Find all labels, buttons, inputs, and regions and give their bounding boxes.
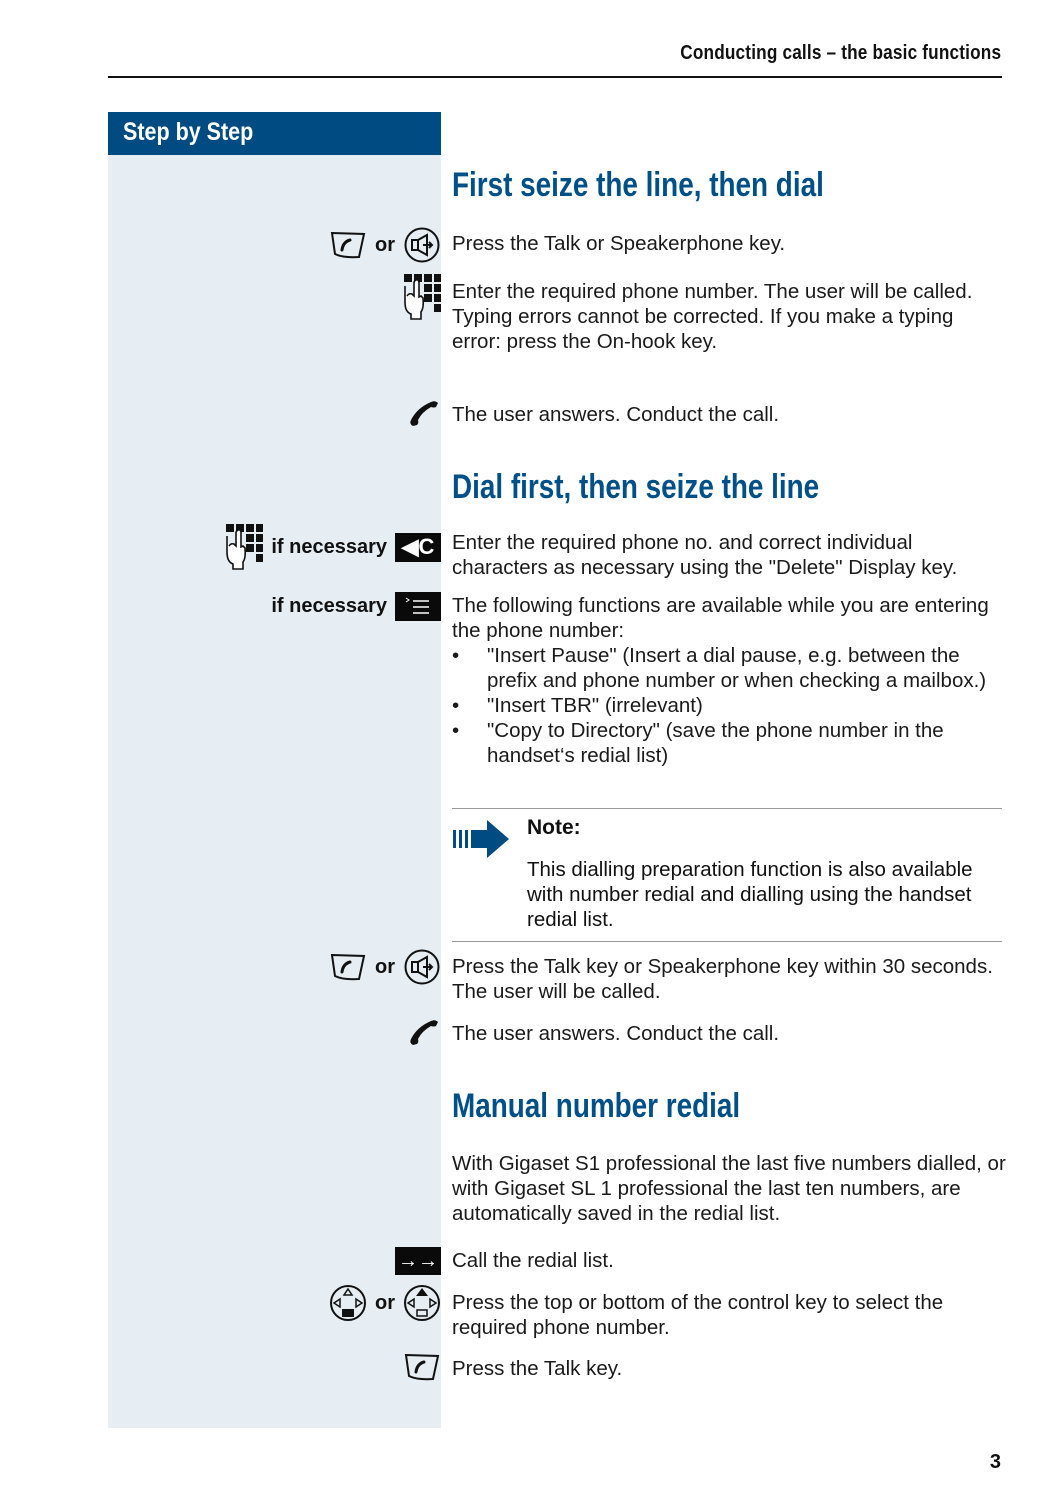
list-item: "Insert TBR" (irrelevant)	[452, 693, 1007, 718]
step-text: The following functions are available wh…	[452, 593, 1007, 768]
step-by-step-header: Step by Step	[108, 112, 441, 155]
step-icons	[403, 1352, 441, 1382]
if-necessary-label: if necessary	[271, 535, 387, 558]
step-by-step-column	[108, 112, 441, 1428]
handset-icon	[410, 401, 438, 426]
step-icons: or	[329, 226, 441, 264]
note-title: Note:	[527, 816, 581, 839]
step-icons: or	[329, 948, 441, 986]
or-connector: or	[375, 1291, 395, 1314]
step-text: The user answers. Conduct the call.	[452, 403, 780, 426]
step-icons: if necessary	[271, 592, 441, 621]
step-by-step-title: Step by Step	[123, 118, 254, 146]
talk-key-icon	[330, 231, 366, 259]
keypad-icon	[226, 524, 264, 570]
section-heading: Manual number redial	[452, 1087, 741, 1125]
step-icons	[401, 274, 441, 320]
speakerphone-key-icon	[404, 227, 440, 263]
page-number: 3	[989, 1451, 1001, 1473]
step-text: Enter the required phone number. The use…	[452, 279, 1007, 354]
running-header: Conducting calls – the basic functions	[680, 42, 1001, 64]
section-heading: First seize the line, then dial	[452, 166, 824, 204]
step-text: Press the top or bottom of the control k…	[452, 1291, 944, 1339]
step-icons: or	[329, 1284, 441, 1322]
section-intro: With Gigaset S1 professional the last fi…	[452, 1152, 1006, 1225]
note-top-rule	[452, 808, 1002, 809]
note-body: This dialling preparation function is al…	[527, 858, 973, 931]
menu-key-icon	[395, 592, 441, 621]
list-item: "Insert Pause" (Insert a dial pause, e.g…	[452, 643, 1007, 693]
step-icons: if necessary ◀C	[223, 524, 441, 570]
list-item: "Copy to Directory" (save the phone numb…	[452, 718, 1007, 768]
control-key-up-icon	[404, 1285, 440, 1321]
or-connector: or	[375, 233, 395, 256]
handset-icon	[410, 1020, 438, 1045]
step-icons	[407, 398, 441, 430]
step-text: The user answers. Conduct the call.	[452, 1022, 780, 1045]
step-text: Press the Talk key.	[452, 1357, 623, 1380]
control-key-down-icon	[330, 1285, 366, 1321]
redial-key-icon: →→	[395, 1247, 441, 1275]
talk-key-icon	[404, 1353, 440, 1381]
speakerphone-key-icon	[404, 949, 440, 985]
note-bottom-rule	[452, 941, 1002, 942]
step-text: Call the redial list.	[452, 1249, 614, 1272]
step-text-line: Enter the required phone number. The use…	[452, 280, 973, 303]
step-text-line: Typing errors cannot be corrected. If yo…	[452, 305, 954, 353]
section-heading: Dial first, then seize the line	[452, 468, 820, 506]
function-list: "Insert Pause" (Insert a dial pause, e.g…	[452, 643, 1007, 768]
step-text: Press the Talk or Speakerphone key.	[452, 232, 786, 255]
talk-key-icon	[330, 953, 366, 981]
step-icons: →→	[395, 1247, 441, 1275]
step-text: Press the Talk key or Speakerphone key w…	[452, 955, 993, 1003]
step-text: Enter the required phone no. and correct…	[452, 531, 958, 579]
if-necessary-label: if necessary	[271, 595, 387, 617]
step-text-line: The following functions are available wh…	[452, 594, 989, 642]
or-connector: or	[375, 955, 395, 978]
header-rule	[108, 76, 1002, 78]
keypad-icon	[404, 274, 441, 320]
note-arrow-icon	[453, 820, 509, 858]
step-icons	[407, 1017, 441, 1049]
delete-key-icon: ◀C	[395, 532, 441, 562]
